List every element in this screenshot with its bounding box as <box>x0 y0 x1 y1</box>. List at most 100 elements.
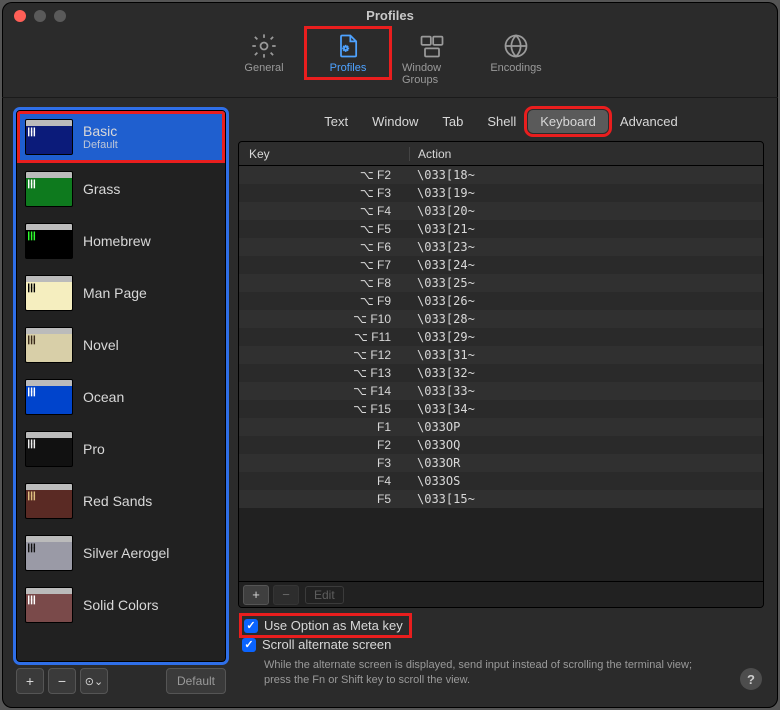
profile-name: Solid Colors <box>83 597 158 613</box>
add-keybinding-button[interactable]: + <box>243 585 269 605</box>
profile-name: Silver Aerogel <box>83 545 169 561</box>
profile-name: Red Sands <box>83 493 152 509</box>
profile-thumbnail: ▌▌▌▌▌▌ <box>25 587 73 623</box>
profile-name: Pro <box>83 441 105 457</box>
table-row[interactable]: ⌥ F9\033[26~ <box>239 292 763 310</box>
profile-grass[interactable]: ▌▌▌▌▌▌Grass <box>17 163 225 215</box>
table-row[interactable]: F1\033OP <box>239 418 763 436</box>
use-option-as-meta-checkbox[interactable]: ✓ Use Option as Meta key <box>242 616 409 635</box>
profile-thumbnail: ▌▌▌▌▌▌ <box>25 223 73 259</box>
table-row[interactable]: ⌥ F3\033[19~ <box>239 184 763 202</box>
table-row[interactable]: ⌥ F4\033[20~ <box>239 202 763 220</box>
tab-text[interactable]: Text <box>312 110 360 133</box>
toolbar-label: Encodings <box>490 62 541 74</box>
cell-key: F1 <box>239 420 409 434</box>
minimize-button[interactable] <box>34 10 46 22</box>
close-button[interactable] <box>14 10 26 22</box>
profile-list-footer: + − ⊙⌄ Default <box>16 668 226 694</box>
table-row[interactable]: ⌥ F6\033[23~ <box>239 238 763 256</box>
profile-name: Man Page <box>83 285 147 301</box>
edit-keybinding-button[interactable]: Edit <box>305 586 344 604</box>
profile-pro[interactable]: ▌▌▌▌▌▌ Pro <box>17 423 225 475</box>
cell-key: F5 <box>239 492 409 506</box>
cell-action: \033[34~ <box>409 402 763 416</box>
cell-action: \033[29~ <box>409 330 763 344</box>
table-row[interactable]: F4\033OS <box>239 472 763 490</box>
add-profile-button[interactable]: + <box>16 668 44 694</box>
profile-name: Ocean <box>83 389 124 405</box>
profile-homebrew[interactable]: ▌▌▌▌▌▌ Homebrew <box>17 215 225 267</box>
cell-key: ⌥ F8 <box>239 276 409 290</box>
cell-key: ⌥ F11 <box>239 330 409 344</box>
cell-action: \033[33~ <box>409 384 763 398</box>
toolbar-window-groups[interactable]: Window Groups <box>390 28 474 90</box>
table-row[interactable]: ⌥ F8\033[25~ <box>239 274 763 292</box>
table-row[interactable]: ⌥ F15\033[34~ <box>239 400 763 418</box>
tab-window[interactable]: Window <box>360 110 430 133</box>
cell-key: ⌥ F4 <box>239 204 409 218</box>
profile-list[interactable]: ▌▌▌▌▌▌BasicDefault▌▌▌▌▌▌Grass▌▌▌▌▌▌Homeb… <box>16 110 226 662</box>
table-row[interactable]: ⌥ F10\033[28~ <box>239 310 763 328</box>
cell-key: ⌥ F12 <box>239 348 409 362</box>
table-row[interactable]: ⌥ F14\033[33~ <box>239 382 763 400</box>
set-default-button[interactable]: Default <box>166 668 226 694</box>
cell-action: \033[15~ <box>409 492 763 506</box>
scroll-alternate-screen-checkbox[interactable]: ✓ Scroll alternate screen <box>242 635 760 654</box>
profile-subtitle: Default <box>83 139 118 151</box>
profile-thumbnail: ▌▌▌▌▌▌ <box>25 171 73 207</box>
tab-advanced[interactable]: Advanced <box>608 110 690 133</box>
profile-red-sands[interactable]: ▌▌▌▌▌▌Red Sands <box>17 475 225 527</box>
scroll-hint-text: While the alternate screen is displayed,… <box>242 654 760 692</box>
general-icon <box>250 32 278 60</box>
profile-thumbnail: ▌▌▌▌▌▌ <box>25 535 73 571</box>
profile-novel[interactable]: ▌▌▌▌▌▌Novel <box>17 319 225 371</box>
profile-settings-pane: TextWindowTabShellKeyboardAdvanced Key A… <box>238 110 764 694</box>
table-row[interactable]: ⌥ F11\033[29~ <box>239 328 763 346</box>
profile-silver-aerogel[interactable]: ▌▌▌▌▌▌ Silver Aerogel <box>17 527 225 579</box>
cell-key: ⌥ F7 <box>239 258 409 272</box>
tab-shell[interactable]: Shell <box>475 110 528 133</box>
profile-solid-colors[interactable]: ▌▌▌▌▌▌ Solid Colors <box>17 579 225 631</box>
zoom-button[interactable] <box>54 10 66 22</box>
window-title: Profiles <box>2 8 778 23</box>
column-action[interactable]: Action <box>409 147 763 161</box>
cell-action: \033[26~ <box>409 294 763 308</box>
remove-profile-button[interactable]: − <box>48 668 76 694</box>
profile-actions-menu[interactable]: ⊙⌄ <box>80 668 108 694</box>
profile-name: Homebrew <box>83 233 151 249</box>
encodings-icon <box>502 32 530 60</box>
table-row[interactable]: ⌥ F13\033[32~ <box>239 364 763 382</box>
cell-action: \033[23~ <box>409 240 763 254</box>
table-row[interactable]: ⌥ F7\033[24~ <box>239 256 763 274</box>
table-header: Key Action <box>239 142 763 166</box>
cell-key: ⌥ F3 <box>239 186 409 200</box>
toolbar-label: Window Groups <box>402 62 462 86</box>
table-row[interactable]: F2\033OQ <box>239 436 763 454</box>
remove-keybinding-button[interactable]: − <box>273 585 299 605</box>
table-row[interactable]: F5\033[15~ <box>239 490 763 508</box>
traffic-lights <box>14 10 66 22</box>
table-row[interactable]: ⌥ F12\033[31~ <box>239 346 763 364</box>
profile-basic[interactable]: ▌▌▌▌▌▌BasicDefault <box>17 111 225 163</box>
toolbar-label: Profiles <box>330 62 367 74</box>
profile-thumbnail: ▌▌▌▌▌▌ <box>25 379 73 415</box>
cell-key: ⌥ F6 <box>239 240 409 254</box>
help-button[interactable]: ? <box>740 668 762 690</box>
profiles-icon <box>334 32 362 60</box>
column-key[interactable]: Key <box>239 147 409 161</box>
table-row[interactable]: F3\033OR <box>239 454 763 472</box>
toolbar-profiles[interactable]: Profiles <box>306 28 390 78</box>
table-body[interactable]: ⌥ F2\033[18~⌥ F3\033[19~⌥ F4\033[20~⌥ F5… <box>239 166 763 581</box>
toolbar-encodings[interactable]: Encodings <box>474 28 558 78</box>
tab-keyboard[interactable]: Keyboard <box>528 110 608 133</box>
profile-man-page[interactable]: ▌▌▌▌▌▌Man Page <box>17 267 225 319</box>
toolbar: General Profiles Window Groups Encodings <box>2 28 778 98</box>
cell-key: ⌥ F9 <box>239 294 409 308</box>
profile-thumbnail: ▌▌▌▌▌▌ <box>25 431 73 467</box>
titlebar: Profiles <box>2 2 778 28</box>
tab-tab[interactable]: Tab <box>430 110 475 133</box>
profile-ocean[interactable]: ▌▌▌▌▌▌ Ocean <box>17 371 225 423</box>
table-row[interactable]: ⌥ F5\033[21~ <box>239 220 763 238</box>
toolbar-general[interactable]: General <box>222 28 306 78</box>
table-row[interactable]: ⌥ F2\033[18~ <box>239 166 763 184</box>
